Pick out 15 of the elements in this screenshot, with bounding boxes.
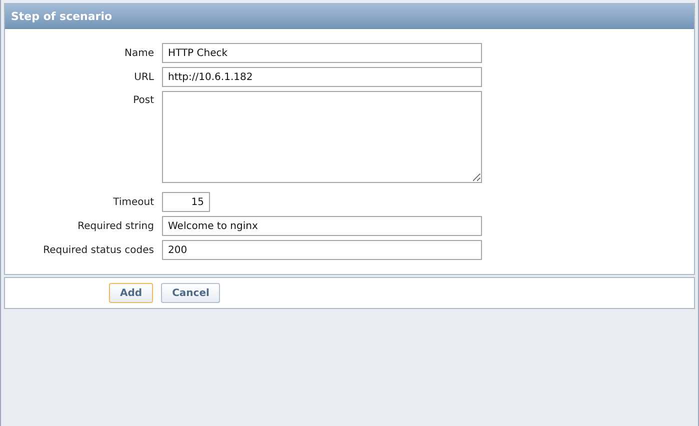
field-label: Required string bbox=[76, 220, 154, 232]
text-field[interactable]: http://10.6.1.182 bbox=[162, 67, 482, 87]
field-label: Name bbox=[123, 48, 154, 58]
form-button[interactable]: Add bbox=[109, 283, 154, 303]
field-label: Required status codes bbox=[42, 244, 154, 256]
field-label: URL bbox=[133, 72, 154, 82]
field-label: Post bbox=[132, 94, 154, 106]
panel-title: Step of scenario bbox=[11, 10, 112, 22]
text-field[interactable]: Welcome to nginx bbox=[162, 216, 482, 236]
form-button[interactable]: Cancel bbox=[161, 283, 220, 303]
field-label: Timeout bbox=[112, 196, 154, 208]
text-field[interactable]: HTTP Check bbox=[162, 43, 482, 63]
text-area[interactable] bbox=[162, 91, 482, 183]
number-field[interactable]: 15 bbox=[162, 192, 210, 212]
text-field[interactable]: 200 bbox=[162, 240, 482, 260]
